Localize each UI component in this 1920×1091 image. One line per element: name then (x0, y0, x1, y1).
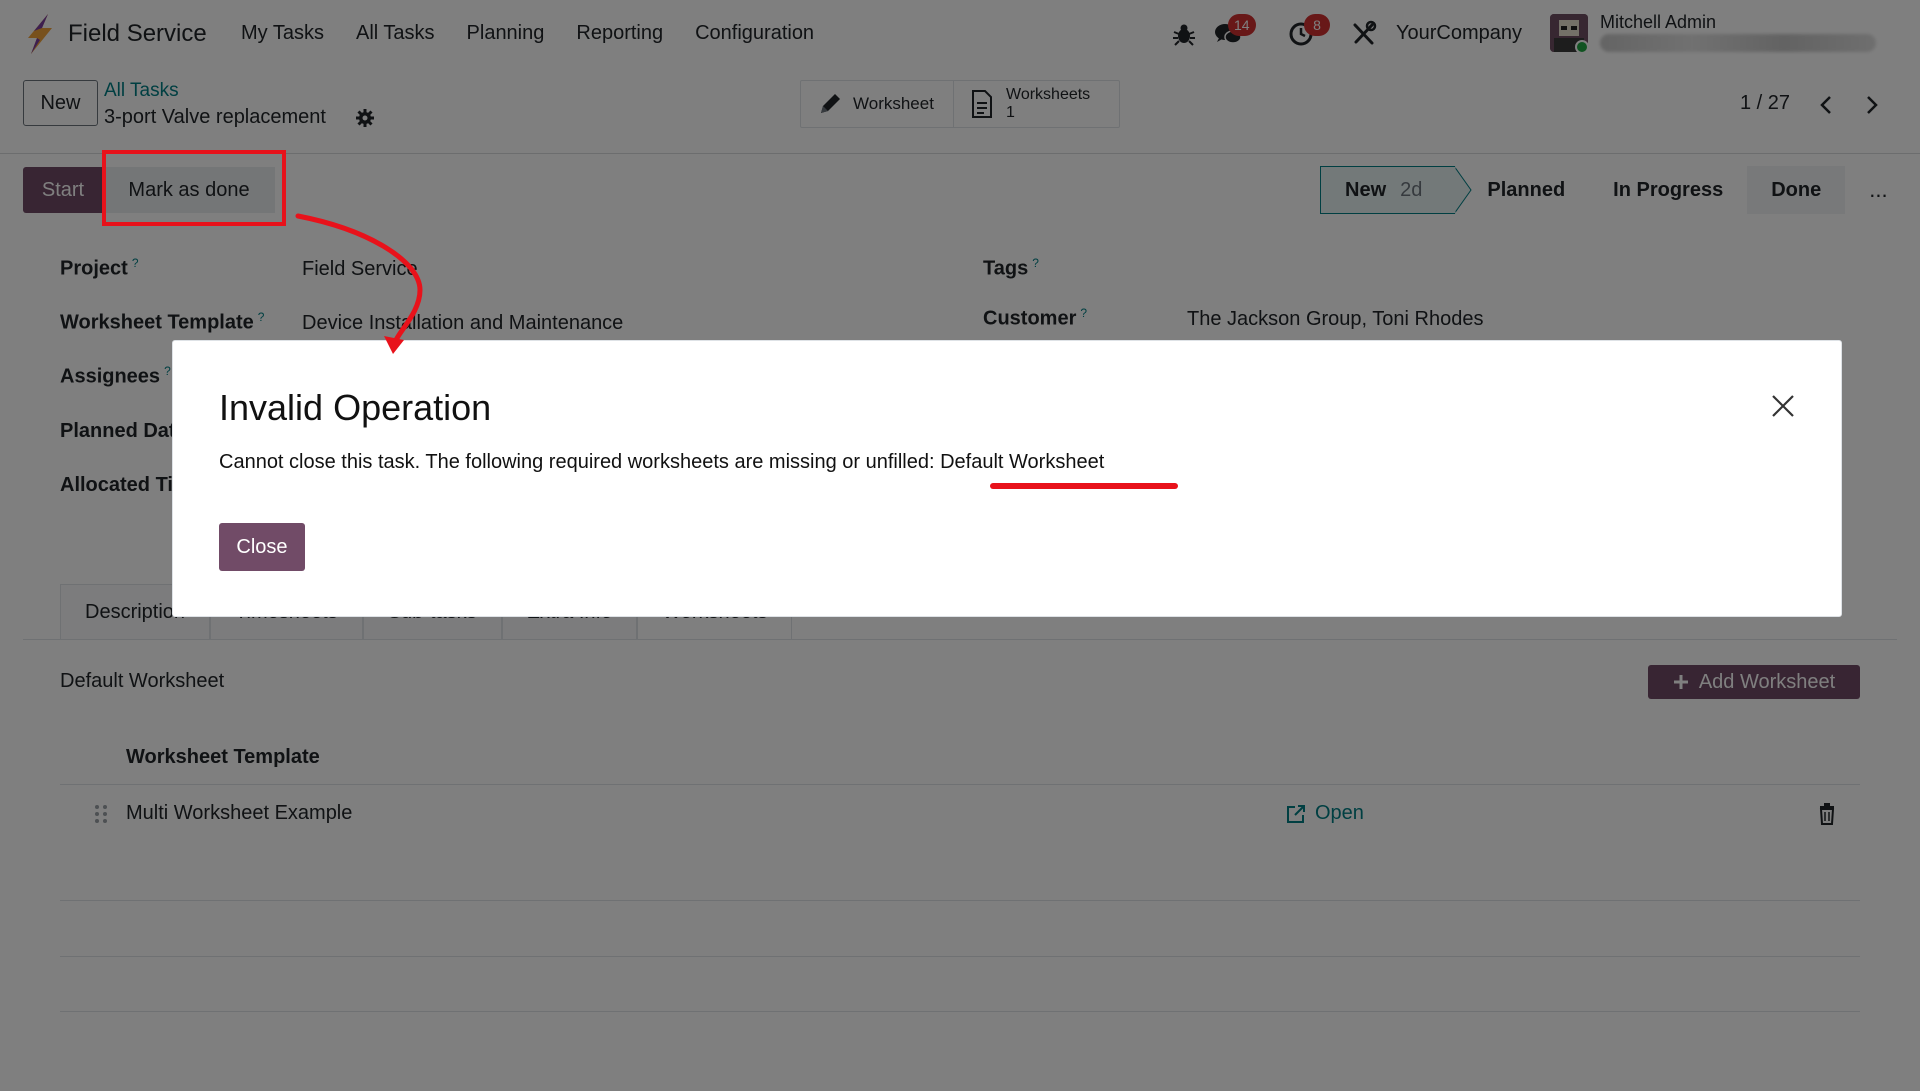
missing-worksheet-name: Default Worksheet (940, 451, 1105, 473)
close-button[interactable]: Close (219, 523, 305, 571)
annotation-underline (990, 483, 1178, 489)
dialog-message: Cannot close this task. The following re… (219, 451, 1104, 474)
annotation-highlight-box (102, 150, 286, 226)
close-icon[interactable] (1770, 393, 1796, 419)
dialog-title: Invalid Operation (219, 387, 492, 428)
invalid-operation-dialog: Invalid Operation Cannot close this task… (172, 340, 1842, 617)
dialog-message-text: Cannot close this task. The following re… (219, 451, 941, 473)
